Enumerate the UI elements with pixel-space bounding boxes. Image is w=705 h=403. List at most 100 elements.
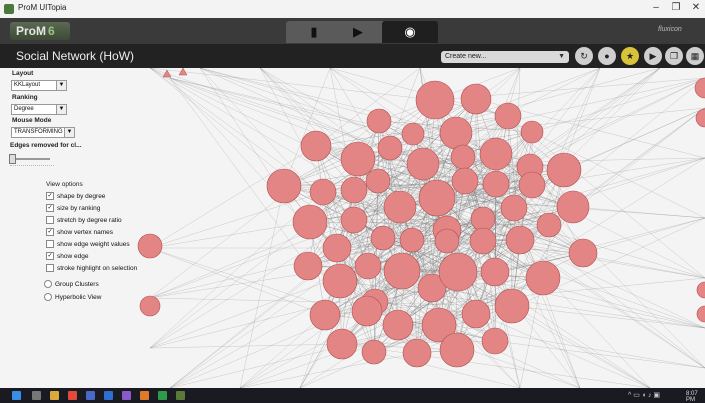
checkbox-checked-icon[interactable]: ✓ [46,252,54,261]
graph-node[interactable] [451,167,479,195]
graph-node[interactable] [322,233,352,263]
graph-node[interactable] [139,295,161,317]
checkbox-icon[interactable] [46,216,54,225]
graph-node[interactable] [322,263,358,299]
graph-node[interactable] [361,339,387,365]
radio-icon[interactable] [44,280,52,289]
create-new-dropdown[interactable]: Create new... ▼ [441,51,569,63]
graph-node[interactable] [520,120,544,144]
restore-icon[interactable]: ❐ [668,2,684,13]
graph-node[interactable] [696,281,705,299]
graph-node[interactable] [402,338,432,368]
tab-actions[interactable]: ▶ [330,21,386,43]
graph-node[interactable] [292,204,328,240]
graph-node[interactable] [439,116,473,150]
app-icon[interactable] [86,391,95,400]
graph-node[interactable] [309,299,341,331]
graph-node[interactable] [293,251,323,281]
graph-node[interactable] [694,77,705,99]
graph-node-triangle[interactable] [162,69,172,78]
graph-node[interactable] [340,206,368,234]
tab-views[interactable]: ◉ [382,21,438,43]
graph-node[interactable] [406,147,440,181]
graph-node[interactable] [494,102,522,130]
graph-node[interactable] [450,144,476,170]
checkbox-checked-icon[interactable]: ✓ [46,204,54,213]
radio-hyperbolic-view[interactable]: Hyperbolic View [44,293,101,302]
layout-select[interactable]: KKLayout ▼ [11,80,67,91]
graph-node[interactable] [480,257,510,287]
option-shape-by-degree[interactable]: ✓ shape by degree [46,192,105,201]
graph-node[interactable] [354,252,382,280]
checkbox-checked-icon[interactable]: ✓ [46,192,54,201]
star-icon[interactable]: ★ [621,47,639,65]
graph-node[interactable] [568,238,598,268]
graph-node[interactable] [340,141,376,177]
graph-node[interactable] [518,171,546,199]
graph-node[interactable] [415,80,455,120]
graph-node[interactable] [469,227,497,255]
option-show-edge-weight-values[interactable]: show edge weight values [46,240,130,249]
graph-node[interactable] [383,190,417,224]
copy-icon[interactable]: ❐ [665,47,683,65]
graph-node[interactable] [536,212,562,238]
graph-node[interactable] [309,178,337,206]
edges-slider-track[interactable] [10,158,50,160]
graph-node[interactable] [470,206,496,232]
graph-node[interactable] [382,309,414,341]
minimize-icon[interactable]: – [648,2,664,13]
graph-node[interactable] [438,252,478,292]
graph-node[interactable] [370,225,396,251]
graph-node[interactable] [366,108,392,134]
graph-node[interactable] [137,233,163,259]
option-size-by-ranking[interactable]: ✓ size by ranking [46,204,100,213]
graph-node[interactable] [695,108,705,128]
windows-start-icon[interactable] [12,391,21,400]
graph-node[interactable] [383,252,421,290]
graph-node[interactable] [546,152,582,188]
play-icon[interactable]: ▶ [644,47,662,65]
option-stretch-by-degree-ratio[interactable]: stretch by degree ratio [46,216,122,225]
refresh-icon[interactable]: ↻ [575,47,593,65]
graph-node[interactable] [439,332,475,368]
prom-taskbar-icon[interactable] [176,391,185,400]
graph-node[interactable] [556,190,590,224]
option-show-edge[interactable]: ✓ show edge [46,252,88,261]
graph-node[interactable] [482,170,510,198]
powerpoint-icon[interactable] [140,391,149,400]
graph-node[interactable] [505,225,535,255]
task-view-icon[interactable] [32,391,41,400]
graph-node[interactable] [340,176,368,204]
grid-icon[interactable]: ▦ [686,47,704,65]
graph-node[interactable] [365,168,391,194]
graph-node[interactable] [399,227,425,253]
system-tray-icons[interactable]: ^ ▭ ◖ ♪ ▣ [628,391,660,399]
graph-node[interactable] [377,135,403,161]
graph-node[interactable] [401,122,425,146]
radio-group-clusters[interactable]: Group Clusters [44,280,99,289]
graph-node[interactable] [266,168,302,204]
ranking-select[interactable]: Degree ▼ [11,104,67,115]
graph-node[interactable] [461,299,491,329]
option-stroke-highlight[interactable]: stroke highlight on selection [46,264,137,273]
graph-node[interactable] [351,295,383,327]
graph-node[interactable] [494,288,530,324]
edges-slider-handle[interactable] [9,154,16,164]
drop-icon[interactable]: ● [598,47,616,65]
graph-node[interactable] [460,83,492,115]
chrome-icon[interactable] [68,391,77,400]
graph-node[interactable] [481,327,509,355]
mouse-mode-select[interactable]: TRANSFORMING ▼ [11,127,75,138]
graph-node[interactable] [479,137,513,171]
graph-node[interactable] [434,228,460,254]
file-explorer-icon[interactable] [50,391,59,400]
option-show-vertex-names[interactable]: ✓ show vertex names [46,228,113,237]
graph-node[interactable] [300,130,332,162]
graph-node[interactable] [326,328,358,360]
checkbox-checked-icon[interactable]: ✓ [46,228,54,237]
excel-icon[interactable] [158,391,167,400]
app-icon[interactable] [122,391,131,400]
graph-node[interactable] [696,305,705,323]
checkbox-icon[interactable] [46,264,54,273]
graph-node[interactable] [525,260,561,296]
